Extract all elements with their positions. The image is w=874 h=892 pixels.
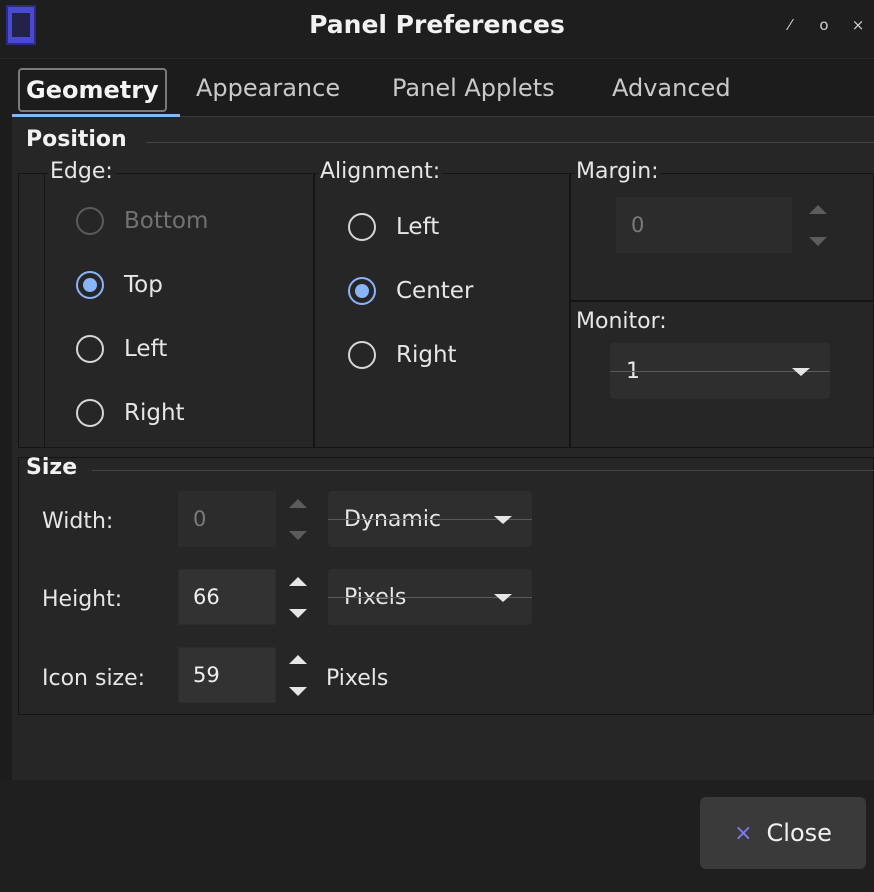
align-left-radio[interactable]: Left xyxy=(348,213,439,241)
edge-top-radio[interactable]: Top xyxy=(76,271,163,299)
edge-left-radio[interactable]: Left xyxy=(76,335,167,363)
height-label: Height: xyxy=(42,587,123,612)
close-window-icon[interactable]: × xyxy=(848,16,868,34)
edge-right-radio[interactable]: Right xyxy=(76,399,185,427)
decrement-icon[interactable] xyxy=(289,609,307,618)
height-spin-buttons[interactable] xyxy=(282,571,314,623)
minimize-icon[interactable]: o xyxy=(814,16,834,34)
radio-indicator xyxy=(76,399,104,427)
chevron-down-icon xyxy=(494,516,512,524)
increment-icon[interactable] xyxy=(289,655,307,664)
height-unit-combo[interactable]: Pixels xyxy=(328,569,532,625)
tab-advanced[interactable]: Advanced xyxy=(606,68,737,108)
position-divider xyxy=(146,142,874,143)
radio-label: Bottom xyxy=(124,208,209,234)
window-title: Panel Preferences xyxy=(309,10,565,39)
close-button[interactable]: × Close xyxy=(700,797,866,869)
icon-size-spinbox[interactable]: 59 xyxy=(178,647,276,703)
size-divider xyxy=(92,470,874,471)
increment-icon[interactable] xyxy=(289,499,307,508)
width-label: Width: xyxy=(42,509,114,534)
radio-indicator xyxy=(76,271,104,299)
radio-indicator xyxy=(76,335,104,363)
icon-size-spin-buttons[interactable] xyxy=(282,649,314,701)
close-icon: × xyxy=(734,820,753,846)
tab-appearance[interactable]: Appearance xyxy=(190,68,346,108)
close-button-label: Close xyxy=(766,819,832,847)
radio-label: Right xyxy=(124,400,185,426)
title-bar: Panel Preferences ⁄ o × xyxy=(0,0,874,59)
align-right-radio[interactable]: Right xyxy=(348,341,457,369)
decrement-icon[interactable] xyxy=(289,687,307,696)
monitor-combo[interactable]: 1 xyxy=(610,343,830,399)
edge-label: Edge: xyxy=(48,159,115,184)
radio-indicator xyxy=(348,341,376,369)
monitor-label: Monitor: xyxy=(574,309,669,334)
radio-label: Left xyxy=(124,336,168,362)
radio-indicator xyxy=(76,207,104,235)
increment-icon[interactable] xyxy=(289,577,307,586)
margin-label: Margin: xyxy=(574,159,661,184)
radio-indicator xyxy=(348,213,376,241)
decrement-icon[interactable] xyxy=(289,531,307,540)
increment-icon[interactable] xyxy=(809,205,827,214)
tab-geometry[interactable]: Geometry xyxy=(18,68,167,112)
radio-label: Top xyxy=(124,272,163,298)
radio-label: Center xyxy=(396,278,474,304)
position-section-title: Position xyxy=(26,127,127,152)
chevron-down-icon xyxy=(494,594,512,602)
width-spin-buttons[interactable] xyxy=(282,493,314,545)
alignment-label: Alignment: xyxy=(318,159,443,184)
icon-size-label: Icon size: xyxy=(42,666,146,691)
decrement-icon[interactable] xyxy=(809,237,827,246)
height-spinbox[interactable]: 66 xyxy=(178,569,276,625)
radio-label: Right xyxy=(396,342,457,368)
tab-panel-applets[interactable]: Panel Applets xyxy=(386,68,561,108)
tab-bar: Geometry Appearance Panel Applets Advanc… xyxy=(12,58,874,117)
size-section-title: Size xyxy=(26,455,78,480)
edge-bottom-radio[interactable]: Bottom xyxy=(76,207,208,235)
icon-size-unit-label: Pixels xyxy=(326,666,389,691)
width-spinbox[interactable]: 0 xyxy=(178,491,276,547)
chevron-down-icon xyxy=(792,368,810,376)
radio-label: Left xyxy=(396,214,440,240)
width-unit-combo[interactable]: Dynamic xyxy=(328,491,532,547)
align-center-radio[interactable]: Center xyxy=(348,277,473,305)
margin-spinbox[interactable]: 0 xyxy=(616,197,792,253)
radio-indicator xyxy=(348,277,376,305)
maximize-icon[interactable]: ⁄ xyxy=(780,16,800,34)
geometry-page: Position Edge: Bottom Top Left Right Ali… xyxy=(12,117,874,780)
margin-spin-buttons[interactable] xyxy=(802,199,834,251)
